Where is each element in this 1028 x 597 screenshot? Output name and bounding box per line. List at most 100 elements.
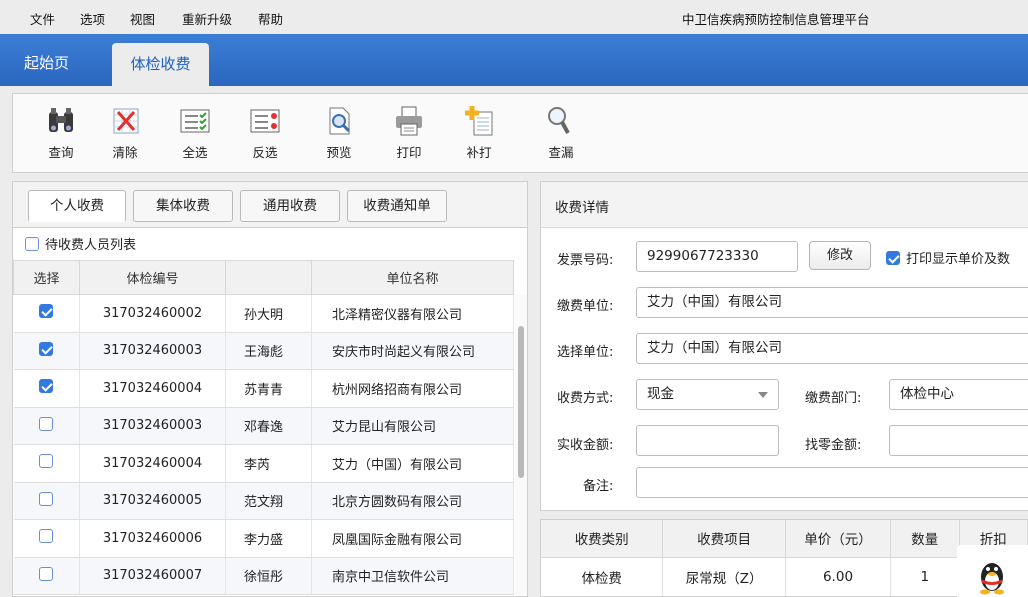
- fee-type-tabs: 个人收费 集体收费 通用收费 收费通知单: [13, 182, 527, 228]
- reprint-icon: [465, 106, 493, 136]
- exam-id-cell: 317032460007: [79, 557, 226, 595]
- print-button[interactable]: 打印: [379, 104, 439, 161]
- row-checkbox[interactable]: [39, 304, 54, 319]
- col-person-name[interactable]: [225, 260, 312, 295]
- unit-name-cell: 北泽精密仪器有限公司: [311, 294, 514, 333]
- row-select-cell[interactable]: [13, 557, 80, 595]
- row-checkbox[interactable]: [39, 379, 54, 394]
- table-row[interactable]: 317032460003 王海彪 安庆市时尚起义有限公司: [13, 332, 514, 370]
- check-missing-button[interactable]: 查漏: [531, 104, 591, 161]
- row-checkbox[interactable]: [39, 529, 54, 544]
- table-row[interactable]: 317032460005 范文翔 北京方圆数码有限公司: [13, 482, 514, 520]
- unit-name-cell: 北京方圆数码有限公司: [311, 482, 514, 520]
- fee-row[interactable]: 体检费 尿常规（Z） 6.00 1: [541, 557, 1028, 596]
- col-quantity[interactable]: 数量: [890, 520, 960, 558]
- menu-file[interactable]: 文件: [30, 9, 55, 28]
- payer-label: 缴费单位:: [557, 299, 614, 314]
- reprint-label: 补打: [466, 145, 492, 160]
- table-row[interactable]: 317032460002 孙大明 北泽精密仪器有限公司: [13, 294, 514, 333]
- magnifier-icon: [548, 107, 570, 134]
- table-row[interactable]: 317032460003 邓春逸 艾力昆山有限公司: [13, 407, 514, 445]
- qq-penguin-widget[interactable]: [957, 545, 1028, 597]
- tab-physical-exam-fee[interactable]: 体检收费: [112, 43, 209, 86]
- table-row[interactable]: 317032460006 李力盛 凤凰国际金融有限公司: [13, 519, 514, 558]
- quantity-cell: 1: [890, 557, 960, 596]
- table-row[interactable]: 317032460007 徐恒彤 南京中卫信软件公司: [13, 557, 514, 595]
- row-checkbox[interactable]: [39, 416, 54, 431]
- invoice-number-field[interactable]: 9299067723330: [636, 241, 798, 272]
- tab-group-fee[interactable]: 集体收费: [133, 190, 233, 222]
- payer-unit-field[interactable]: 艾力（中国）有限公司: [636, 287, 1028, 318]
- select-unit-field[interactable]: 艾力（中国）有限公司: [636, 333, 1028, 364]
- print-unit-price-checkbox[interactable]: [886, 250, 900, 265]
- select-all-label: 全选: [182, 145, 208, 160]
- table-row[interactable]: 317032460004 李芮 艾力（中国）有限公司: [13, 444, 514, 483]
- invoice-label: 发票号码:: [557, 253, 614, 268]
- col-exam-id[interactable]: 体检编号: [79, 260, 226, 295]
- row-select-cell[interactable]: [13, 407, 80, 445]
- dept-field[interactable]: 体检中心: [889, 379, 1028, 410]
- print-unit-price-toggle[interactable]: 打印显示单价及数: [886, 248, 1010, 267]
- person-name-cell: 王海彪: [225, 332, 312, 370]
- col-select[interactable]: 选择: [13, 260, 80, 295]
- exam-id-cell: 317032460004: [79, 444, 226, 483]
- unit-name-cell: 杭州网络招商有限公司: [311, 369, 514, 408]
- col-unit-name[interactable]: 单位名称: [311, 260, 514, 295]
- row-checkbox[interactable]: [39, 566, 54, 581]
- tab-home[interactable]: 起始页: [24, 52, 69, 73]
- pending-checkbox[interactable]: [25, 236, 39, 251]
- menu-view[interactable]: 视图: [130, 9, 155, 28]
- table-row[interactable]: 317032460004 苏青青 杭州网络招商有限公司: [13, 369, 514, 408]
- modify-button[interactable]: 修改: [809, 241, 871, 270]
- row-select-cell[interactable]: [13, 444, 80, 483]
- row-select-cell[interactable]: [13, 332, 80, 370]
- col-unit-price[interactable]: 单价（元）: [785, 520, 892, 558]
- preview-button[interactable]: 预览: [309, 104, 369, 161]
- check-missing-label: 查漏: [548, 145, 574, 160]
- row-select-cell[interactable]: [13, 519, 80, 558]
- col-fee-category[interactable]: 收费类别: [541, 520, 664, 558]
- preview-icon: [329, 107, 351, 135]
- unit-name-cell: 南京中卫信软件公司: [311, 557, 514, 595]
- scrollbar-thumb[interactable]: [518, 326, 524, 478]
- tab-general-fee[interactable]: 通用收费: [240, 190, 340, 222]
- binoculars-icon: [49, 108, 73, 132]
- tab-personal-fee[interactable]: 个人收费: [28, 190, 126, 222]
- preview-label: 预览: [326, 145, 352, 160]
- fee-detail-panel: 收费详情 发票号码: 9299067723330 修改 打印显示单价及数 缴费单…: [540, 181, 1028, 511]
- exam-id-cell: 317032460006: [79, 519, 226, 558]
- row-checkbox[interactable]: [39, 491, 54, 506]
- invert-selection-icon: [250, 109, 280, 133]
- pending-list-toggle[interactable]: 待收费人员列表: [25, 234, 136, 253]
- unit-name-cell: 安庆市时尚起义有限公司: [311, 332, 514, 370]
- menu-options[interactable]: 选项: [80, 9, 105, 28]
- select-all-button[interactable]: 全选: [165, 104, 225, 161]
- row-select-cell[interactable]: [13, 294, 80, 333]
- fee-category-cell: 体检费: [541, 557, 664, 596]
- row-checkbox[interactable]: [39, 341, 54, 356]
- unit-name-cell: 艾力昆山有限公司: [311, 407, 514, 445]
- query-button[interactable]: 查询: [31, 104, 91, 161]
- col-fee-item[interactable]: 收费项目: [662, 520, 786, 558]
- menu-help[interactable]: 帮助: [258, 9, 283, 28]
- print-label: 打印: [396, 145, 422, 160]
- reprint-button[interactable]: 补打: [449, 104, 509, 161]
- received-amount-field[interactable]: [636, 425, 779, 456]
- clear-button[interactable]: 清除: [95, 104, 155, 161]
- remark-field[interactable]: [636, 467, 1028, 498]
- clear-label: 清除: [112, 145, 138, 160]
- row-checkbox[interactable]: [39, 454, 54, 469]
- pay-method-label: 收费方式:: [557, 391, 614, 406]
- menu-upgrade[interactable]: 重新升级: [182, 9, 232, 28]
- table-scrollbar[interactable]: [515, 294, 527, 596]
- row-select-cell[interactable]: [13, 482, 80, 520]
- fee-items-table: 收费类别 收费项目 单价（元） 数量 折扣 体检费 尿常规（Z） 6.00 1: [541, 520, 1028, 596]
- change-amount-field[interactable]: [889, 425, 1028, 456]
- tab-fee-notice[interactable]: 收费通知单: [347, 190, 447, 222]
- exam-id-cell: 317032460003: [79, 407, 226, 445]
- fee-item-cell: 尿常规（Z）: [662, 557, 786, 596]
- invert-selection-button[interactable]: 反选: [235, 104, 295, 161]
- received-amount-label: 实收金额:: [557, 438, 614, 453]
- pay-method-select[interactable]: 现金: [636, 379, 779, 410]
- row-select-cell[interactable]: [13, 369, 80, 408]
